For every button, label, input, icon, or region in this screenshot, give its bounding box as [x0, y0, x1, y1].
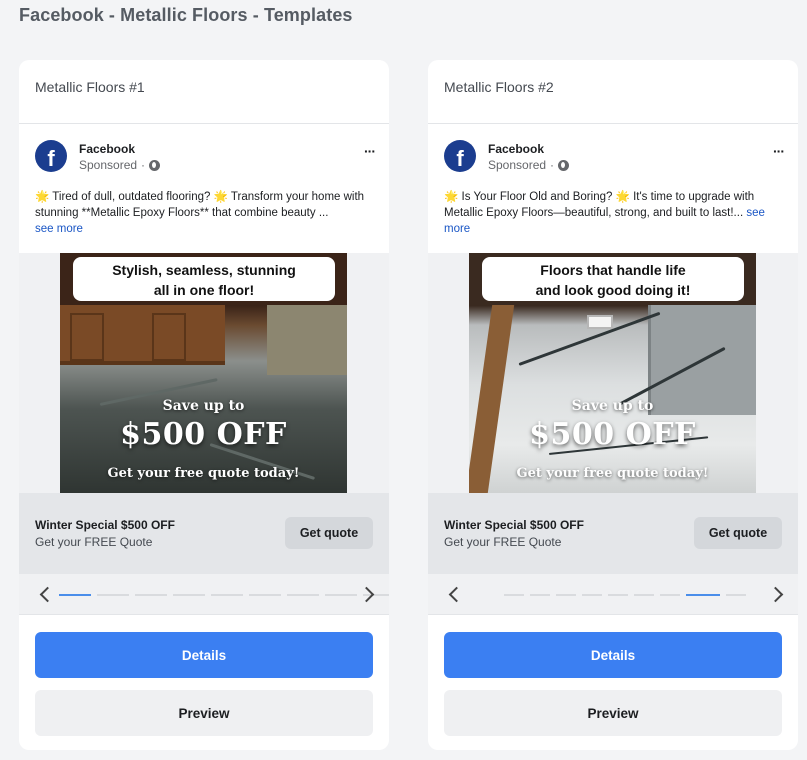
creative-quote-line: Get your free quote today! [107, 466, 300, 481]
card-title: Metallic Floors #1 [19, 60, 389, 124]
globe-icon [558, 159, 570, 171]
get-quote-button[interactable]: Get quote [285, 517, 373, 549]
creative-amount: $500 OFF [120, 417, 287, 452]
separator-dot: · [141, 158, 146, 172]
offer-title: Winter Special $500 OFF [444, 518, 584, 532]
ellipsis-icon[interactable]: ··· [364, 144, 376, 158]
ad-media: Floors that handle life and look good do… [428, 253, 798, 493]
ad-page-name[interactable]: Facebook [488, 142, 544, 156]
facebook-f-icon: f [35, 140, 67, 172]
creative-headline-line1: Stylish, seamless, stunning [112, 262, 296, 278]
ad-post-header: f Facebook Sponsored · ··· 🌟 Tired of du… [19, 124, 389, 253]
chevron-left-icon[interactable] [39, 585, 53, 603]
sponsored-row: Sponsored · [79, 158, 161, 172]
carousel-dot[interactable] [97, 594, 129, 596]
facebook-f-icon: f [444, 140, 476, 172]
ad-text-body: 🌟 Is Your Floor Old and Boring? 🌟 It's t… [444, 191, 755, 219]
carousel-dot[interactable] [249, 594, 281, 596]
template-card-2: Metallic Floors #2 f Facebook Sponsored … [428, 60, 798, 750]
sponsored-label: Sponsored [488, 158, 547, 172]
carousel-dot[interactable] [173, 594, 205, 596]
creative-headline: Floors that handle life and look good do… [482, 257, 744, 301]
creative-headline: Stylish, seamless, stunning all in one f… [73, 257, 335, 301]
carousel-dot[interactable] [660, 594, 680, 596]
carousel-dot[interactable] [135, 594, 167, 596]
chevron-right-icon[interactable] [361, 585, 375, 603]
cabinet-graphic [60, 305, 225, 365]
ad-media: Stylish, seamless, stunning all in one f… [19, 253, 389, 493]
creative-amount: $500 OFF [529, 417, 696, 452]
chevron-right-icon[interactable] [770, 585, 784, 603]
globe-icon [149, 159, 161, 171]
ad-text-body: 🌟 Tired of dull, outdated flooring? 🌟 Tr… [35, 191, 365, 219]
template-card-1: Metallic Floors #1 f Facebook Sponsored … [19, 60, 389, 750]
carousel-dot[interactable] [325, 594, 357, 596]
ad-page-name[interactable]: Facebook [79, 142, 135, 156]
sponsored-row: Sponsored · [488, 158, 570, 172]
preview-button[interactable]: Preview [444, 690, 782, 736]
ad-cta-bar: Winter Special $500 OFF Get your FREE Qu… [428, 493, 798, 574]
carousel-dots [59, 594, 389, 596]
card-title: Metallic Floors #2 [428, 60, 798, 124]
creative-headline-line1: Floors that handle life [540, 262, 686, 278]
preview-button[interactable]: Preview [35, 690, 373, 736]
chevron-left-icon[interactable] [448, 585, 462, 603]
get-quote-button[interactable]: Get quote [694, 517, 782, 549]
ad-primary-text: 🌟 Tired of dull, outdated flooring? 🌟 Tr… [35, 189, 373, 237]
carousel-dot[interactable] [530, 594, 550, 596]
details-button[interactable]: Details [444, 632, 782, 678]
ellipsis-icon[interactable]: ··· [773, 144, 785, 158]
offer-subtitle: Get your FREE Quote [444, 535, 562, 549]
ad-post-header: f Facebook Sponsored · ··· 🌟 Is Your Flo… [428, 124, 798, 253]
ad-cta-bar: Winter Special $500 OFF Get your FREE Qu… [19, 493, 389, 574]
carousel-dot[interactable] [556, 594, 576, 596]
carousel-nav [19, 574, 389, 615]
see-more-link[interactable]: see more [35, 223, 83, 235]
carousel-dot[interactable] [582, 594, 602, 596]
carousel-dot[interactable] [287, 594, 319, 596]
carousel-dots [504, 594, 746, 596]
creative-save-up: Save up to [162, 398, 245, 414]
ad-creative-image[interactable]: Stylish, seamless, stunning all in one f… [60, 253, 347, 493]
carousel-dot[interactable] [634, 594, 654, 596]
page-title: Facebook - Metallic Floors - Templates [19, 5, 353, 25]
creative-headline-line2: and look good doing it! [535, 282, 691, 298]
creative-quote-line: Get your free quote today! [516, 466, 709, 481]
wall-graphic [267, 305, 347, 375]
carousel-dot[interactable] [59, 594, 91, 596]
carousel-dot[interactable] [608, 594, 628, 596]
creative-save-up: Save up to [571, 398, 654, 414]
offer-title: Winter Special $500 OFF [35, 518, 175, 532]
carousel-dot[interactable] [504, 594, 524, 596]
sponsored-label: Sponsored [79, 158, 138, 172]
carousel-dot[interactable] [686, 594, 720, 596]
separator-dot: · [550, 158, 555, 172]
offer-subtitle: Get your FREE Quote [35, 535, 153, 549]
carousel-dot[interactable] [726, 594, 746, 596]
carousel-dot[interactable] [211, 594, 243, 596]
ad-primary-text: 🌟 Is Your Floor Old and Boring? 🌟 It's t… [444, 189, 782, 237]
vent-graphic [587, 315, 613, 329]
creative-headline-line2: all in one floor! [153, 282, 255, 298]
carousel-nav [428, 574, 798, 615]
ad-creative-image[interactable]: Floors that handle life and look good do… [469, 253, 756, 493]
details-button[interactable]: Details [35, 632, 373, 678]
